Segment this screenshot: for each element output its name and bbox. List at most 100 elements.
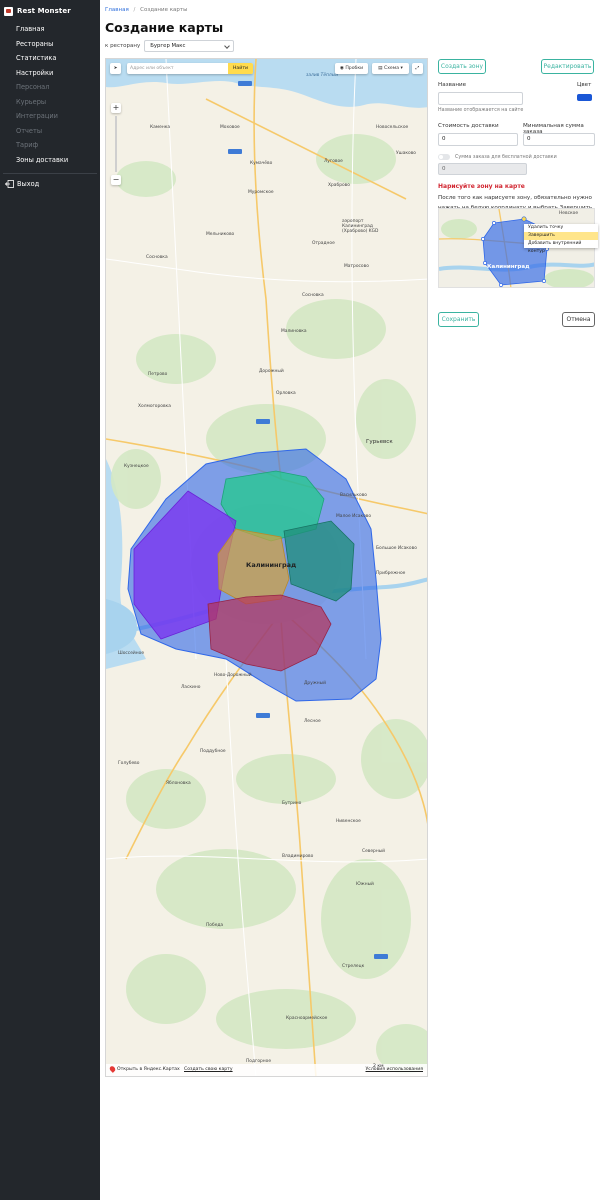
map-label-sea: залив Тёплый [306,73,339,78]
free-delivery-label: Сумма заказа для бесплатной доставки [455,155,557,160]
location-arrow-icon: ➤ [113,66,118,71]
map-label-place: Матросово [344,264,369,269]
name-hint: Название отображается на сайте [438,108,524,113]
map-label-place: Каменка [150,125,171,130]
sidebar-item-staff: Персонал [16,83,50,91]
map-label-place: Красноармейское [286,1016,328,1021]
logout-button[interactable]: Выход [0,177,100,191]
free-delivery-toggle[interactable] [438,154,450,160]
delivery-cost-input[interactable]: 0 [438,133,518,146]
map-label-place: Шоссейное [118,651,145,656]
map-label-place: Отрадное [312,241,335,246]
breadcrumb-current: Создание карты [140,7,188,13]
name-label: Название [438,82,467,88]
preview-city-label: Калининград [487,264,530,270]
map-label-place: Мельниково [206,232,235,237]
sidebar-item-reports: Отчеты [16,126,43,135]
layers-label: Схема [383,66,400,71]
map-label-place: Кузнецкое [124,464,149,469]
create-zone-button[interactable]: Создать зону [438,59,486,74]
delivery-map[interactable]: залив Тёплый Калининград Гурьевск аэропо… [105,58,428,1077]
map-label-guryevsk: Гурьевск [366,439,393,445]
map-label-place: Васильково [340,493,367,498]
breadcrumb-separator: / [133,7,136,13]
breadcrumb-home-link[interactable]: Главная [105,7,129,13]
sidebar-item-home[interactable]: Главная [0,22,100,37]
map-label-place: Муромское [248,190,274,195]
map-label-place: Кумачёво [250,161,273,166]
sidebar-item-delivery-zones[interactable]: Зоны доставки [0,153,100,168]
map-label-place: Большое Исаково [376,546,417,551]
open-in-yandex-link[interactable]: Открыть в Яндекс.Картах [117,1067,180,1072]
map-label-place: Сосновка [302,293,324,298]
map-find-button[interactable]: Найти [228,63,253,74]
sidebar-divider [3,173,97,174]
layers-icon: ▤ [378,66,383,71]
restaurant-select[interactable]: Бургер Макс [144,40,235,52]
map-label-place: Владимирово [282,854,314,859]
color-label: Цвет [577,82,592,88]
zone-color-picker[interactable] [577,94,592,101]
page-title: Создание карты [105,20,224,35]
map-label-place: Моховое [220,125,240,130]
sidebar-item-settings[interactable]: Настройки [0,66,100,81]
sidebar-item-couriers: Курьеры [16,97,47,106]
brand[interactable]: Rest Monster [4,3,100,19]
zone-name-input[interactable] [438,92,523,105]
map-label-place: Дружный [304,681,326,686]
map-label-airport: аэропорт Калининград (Храброво) KGD [342,219,379,234]
create-own-map-link[interactable]: Создать свою карту [184,1067,233,1072]
traffic-button[interactable]: ◉ Пробки [335,63,368,74]
instruction-context-menu: Удалить точку Завершить Добавить внутрен… [524,224,598,254]
restaurant-label: к ресторану [105,43,141,49]
cancel-button[interactable]: Отмена [562,312,595,327]
layers-button[interactable]: ▤ Схема ▾ [372,63,409,74]
app-name: Rest Monster [17,7,71,15]
map-label-place: Победа [206,923,224,928]
yandex-pin-icon [108,1065,117,1073]
free-delivery-input: 0 [438,163,527,175]
zoom-in-button[interactable]: + [111,103,121,113]
traffic-label: Пробки [345,66,364,71]
chevron-down-icon: ▾ [400,66,403,71]
draw-zone-title: Нарисуйте зону на карте [438,183,525,190]
zoom-out-button[interactable]: − [111,175,121,185]
terms-link[interactable]: Условия использования [366,1067,424,1072]
breadcrumb: Главная / Создание карты [105,7,187,13]
logout-icon [5,180,14,188]
map-label-place: Малое Исаково [336,514,372,519]
map-label-place: Южный [356,882,374,887]
map-label-place: Новосельское [376,125,409,130]
map-label-place: Ласкино [181,685,201,690]
preview-place-label: Невское [559,211,579,216]
min-order-input[interactable]: 0 [523,133,595,146]
sidebar-item-statistics[interactable]: Статистика [0,51,100,66]
logout-label: Выход [17,180,40,188]
map-label-place: Стрелецк [342,964,365,969]
map-label-place: Ново-Дорожный [214,673,252,678]
map-label-place: Сосновка [146,255,168,260]
instruction-preview-image: Калининград Невское [438,208,595,288]
rest-monster-logo-icon [4,6,13,16]
fullscreen-button[interactable]: ⤢ [412,63,423,74]
sidebar-item-restaurants[interactable]: Рестораны [0,37,100,52]
save-button[interactable]: Сохранить [438,312,479,327]
map-label-place: Лесное [304,719,321,724]
map-label-place: Яблоновка [166,781,191,786]
zoom-slider[interactable] [115,116,117,172]
map-search-placeholder: Адрес или объект [130,66,174,71]
map-label-place: Бутрино [282,801,302,806]
traffic-icon: ◉ [339,66,344,71]
geolocation-button[interactable]: ➤ [110,63,121,74]
map-label-place: Дорожный [259,369,284,374]
map-footer: Открыть в Яндекс.Картах Создать свою кар… [106,1064,427,1076]
sidebar-item-integrations: Интеграции [16,112,58,120]
map-search-input[interactable]: Адрес или объект Найти [127,63,253,74]
fullscreen-icon: ⤢ [415,66,420,71]
map-label-place: Голубево [118,761,140,766]
delivery-cost-label: Стоимость доставки [438,123,499,129]
map-label-place: Нивенское [336,819,361,824]
map-label-place: Поддубное [200,749,226,754]
restaurant-select-value: Бургер Макс [150,43,186,49]
edit-button[interactable]: Редактировать [541,59,594,74]
